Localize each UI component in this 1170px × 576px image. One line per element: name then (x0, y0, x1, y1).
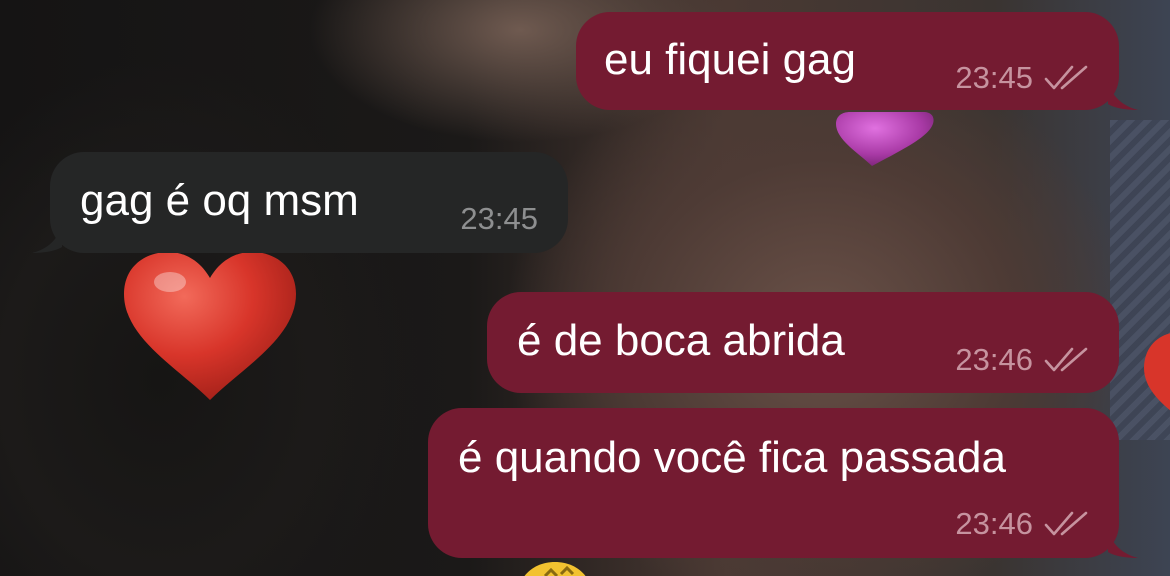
message-time: 23:45 (955, 60, 1033, 95)
message-meta: 23:46 (955, 506, 1089, 542)
message-time: 23:46 (955, 342, 1033, 377)
double-check-icon (1044, 511, 1088, 536)
double-check-icon (1044, 347, 1088, 372)
purple-heart-icon (836, 112, 934, 166)
message-bubble-outgoing[interactable]: é quando você fica passada 23:46 (428, 408, 1119, 558)
message-text: é de boca abrida (517, 316, 845, 365)
message-meta: 23:45 (955, 60, 1089, 96)
message-time: 23:46 (955, 506, 1033, 541)
message-text: gag é oq msm (80, 176, 359, 225)
bubble-tail (1108, 82, 1138, 110)
message-bubble-outgoing[interactable]: eu fiquei gag 23:45 (576, 12, 1119, 110)
message-text: eu fiquei gag (604, 35, 856, 84)
message-meta: 23:45 (460, 201, 538, 237)
yellow-emoji-icon (524, 562, 586, 576)
bubble-tail (1108, 530, 1138, 558)
message-bubble-incoming[interactable]: gag é oq msm 23:45 (50, 152, 568, 253)
message-time: 23:45 (460, 201, 538, 236)
red-heart-icon (1144, 333, 1170, 411)
double-check-icon (1044, 65, 1088, 90)
message-meta: 23:46 (955, 342, 1089, 378)
message-text: é quando você fica passada (458, 433, 1006, 482)
red-heart-icon (124, 252, 296, 400)
bubble-tail (32, 225, 62, 253)
message-bubble-outgoing[interactable]: é de boca abrida 23:46 (487, 292, 1119, 393)
